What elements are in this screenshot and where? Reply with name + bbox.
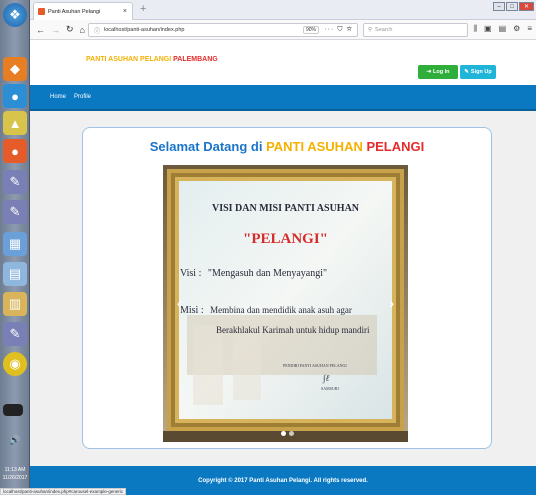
slide-misi-line2: Berakhlakul Karimah untuk hidup mandiri [216,325,370,335]
signup-label: Sign Up [470,69,492,75]
close-window-button[interactable]: ✕ [519,2,534,11]
app-icon-5[interactable]: ✎ [3,200,27,224]
main-menu: Home Profile [30,85,536,111]
browser-tab[interactable]: Panti Asuhan Pelangi × [33,2,133,20]
clock-time: 11:13 AM [4,467,26,473]
app-icon-1[interactable]: ◆ [3,57,27,81]
slide-heading: VISI DAN MISI PANTI ASUHAN [211,203,360,214]
search-placeholder: Search [375,27,393,33]
tray-icon[interactable] [3,404,23,416]
site-header: PANTI ASUHAN PELANGI PALEMBANG ⇥ Log In … [30,41,536,85]
info-icon[interactable]: ⓘ [94,26,100,35]
web-page: PANTI ASUHAN PELANGI PALEMBANG ⇥ Log In … [30,41,536,495]
content-panel: Selamat Datang di PANTI ASUHAN PELANGI V… [82,127,492,449]
volume-icon[interactable]: 🔊 [3,428,27,452]
window-controls: – □ ✕ [493,2,534,11]
library-icon[interactable]: ⫼ [473,24,477,34]
carousel-indicator-2[interactable] [289,431,294,436]
slide-visi-text: "Mengasuh dan Menyayangi" [207,268,328,279]
app-icon-8[interactable]: ▥ [3,292,27,316]
firefox-icon[interactable]: ● [3,139,27,163]
tab-title: Panti Asuhan Pelangi [48,8,101,15]
slide-visi-row: Visi : "Mengasuh dan Menyayangi" [180,268,328,279]
slide-misi-line1: Membina dan mendidik anak asuh agar [210,305,352,315]
zoom-level[interactable]: 90% [302,26,319,34]
toolbar-icons: ⫼ ▣ ▤ ⚙ ≡ [473,24,532,34]
tab-bar: Panti Asuhan Pelangi × + – □ ✕ [30,0,536,20]
back-icon[interactable]: ← [36,25,45,35]
navigation-bar: ← → ↻ ⌂ ⓘ localhost/panti-asuhan/index.p… [30,20,536,40]
slide-name: "PELANGI" [243,231,328,247]
tab-close-icon[interactable]: × [123,8,127,15]
slide-signature: ∫ℓ [323,373,330,383]
signup-icon: ✎ [464,69,469,75]
login-button[interactable]: ⇥ Log In [418,65,458,79]
favicon-icon [38,8,45,15]
signup-button[interactable]: ✎ Sign Up [460,65,496,79]
home-icon[interactable]: ⌂ [80,25,85,35]
windows-taskbar: ❖ ◆ ● ▲ ● ✎ ✎ ▦ ▤ ▥ ✎ ◉ 🔊 11:13 AM 11/26… [0,0,30,495]
app-icon-4[interactable]: ✎ [3,170,27,194]
forward-icon[interactable]: → [51,25,60,35]
app-icon-9[interactable]: ✎ [3,322,27,346]
app-icon-7[interactable]: ▤ [3,262,27,286]
reader-icon[interactable]: ▤ [499,24,507,34]
site-brand[interactable]: PANTI ASUHAN PELANGI PALEMBANG [86,56,218,63]
brand-city: PALEMBANG [173,56,218,63]
carousel-next-icon[interactable]: › [389,295,394,311]
page-actions-icon[interactable]: ··· ⛉ ☆ [324,26,353,34]
search-input[interactable]: ⚲ Search [363,23,468,37]
minimize-button[interactable]: – [493,2,505,11]
login-icon: ⇥ [426,69,432,75]
slide-visi-label: Visi [180,268,197,279]
welcome-heading: Selamat Datang di PANTI ASUHAN PELANGI [83,139,491,154]
app-icon-2[interactable]: ● [3,84,27,108]
carousel-indicator-1[interactable] [281,431,286,436]
status-link-preview: localhost/panti-asuhan/index.php#carouse… [0,488,127,495]
clock-date: 11/26/2017 [2,475,28,481]
carousel-prev-icon[interactable]: ‹ [177,295,182,311]
menu-item-profile[interactable]: Profile [74,94,91,100]
login-label: Log In [433,69,450,75]
browser-window: Panti Asuhan Pelangi × + – □ ✕ ← → ↻ ⌂ ⓘ… [30,0,536,495]
address-bar[interactable]: ⓘ localhost/panti-asuhan/index.php 90% ·… [88,23,358,37]
slide-founder-label: PENDIRI PANTI ASUHAN PELANGI [283,363,347,368]
search-icon: ⚲ [368,27,373,33]
brand-name: PANTI ASUHAN PELANGI [86,56,172,63]
url-text: localhost/panti-asuhan/index.php [104,27,185,33]
maximize-button[interactable]: □ [506,2,518,11]
carousel[interactable]: VISI DAN MISI PANTI ASUHAN "PELANGI" Vis… [163,165,408,442]
welcome-name-part2: PELANGI [366,139,425,154]
sidebar-icon[interactable]: ▣ [484,24,492,34]
slide-misi-label: Misi [180,305,199,316]
menu-icon[interactable]: ≡ [527,24,532,34]
reload-icon[interactable]: ↻ [66,24,74,35]
extension-icon[interactable]: ⚙ [513,24,520,34]
welcome-prefix: Selamat Datang di [149,139,263,154]
slide-founder-name: SAMSURI [321,386,339,391]
start-button[interactable]: ❖ [3,3,27,27]
app-icon-6[interactable]: ▦ [3,232,27,256]
app-icon-3[interactable]: ▲ [3,111,27,135]
menu-item-home[interactable]: Home [50,94,66,100]
carousel-indicators [281,431,294,436]
new-tab-button[interactable]: + [140,3,146,15]
welcome-name-part1: PANTI ASUHAN [266,139,363,154]
app-icon-10[interactable]: ◉ [3,352,27,376]
slide-misi-row: Misi : Membina dan mendidik anak asuh ag… [180,305,352,316]
